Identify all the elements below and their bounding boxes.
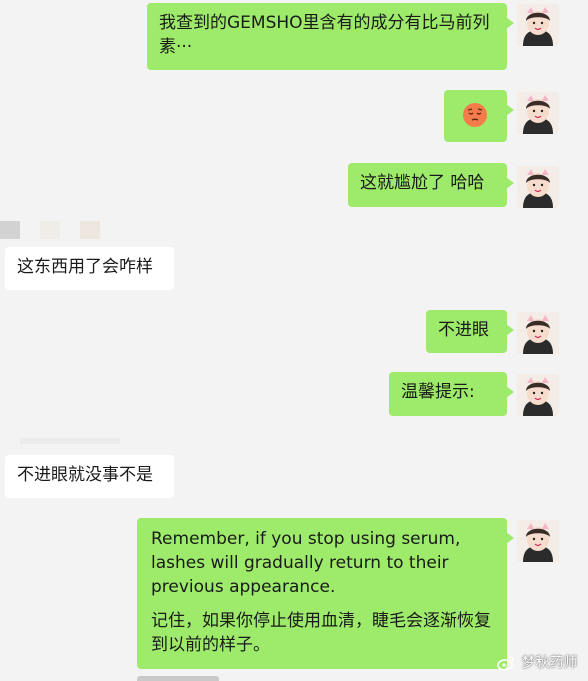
message-bubble-sent[interactable]: 温馨提示: [389, 372, 514, 416]
message-text-chinese: 记住，如果你停止使用血清，睫毛会逐渐恢复到以前的样子。 [151, 611, 491, 655]
avatar-image [517, 520, 559, 562]
message-bubble-sent[interactable]: 这就尴尬了 哈哈 [348, 163, 514, 207]
message-bubble-sent[interactable]: Remember, if you stop using serum, lashe… [137, 518, 514, 669]
redacted-sender-name [80, 221, 100, 239]
avatar[interactable] [517, 374, 559, 416]
next-message-bubble-edge [137, 676, 219, 681]
avatar[interactable] [517, 4, 559, 46]
avatar[interactable] [517, 92, 559, 134]
avatar[interactable] [517, 520, 559, 562]
avatar-image [517, 4, 559, 46]
avatar[interactable] [517, 312, 559, 354]
watermark: 梦秋药师 [497, 652, 577, 672]
message-bubble-sent[interactable]: 我查到的GEMSHO里含有的成分有比马前列素··· [147, 3, 514, 70]
weibo-logo-icon [497, 656, 514, 671]
pensive-face-emoji [463, 103, 487, 127]
message-text: 温馨提示: [401, 382, 475, 402]
message-text-english: Remember, if you stop using serum, lashe… [151, 529, 461, 597]
message-text: 我查到的GEMSHO里含有的成分有比马前列素··· [159, 13, 490, 57]
avatar-image [517, 92, 559, 134]
avatar-image [517, 312, 559, 354]
watermark-text: 梦秋药师 [521, 655, 578, 671]
message-text: 不进眼 [438, 320, 489, 340]
redacted-sender-name [40, 221, 60, 239]
redacted-sender-name [20, 438, 120, 444]
message-bubble-sent[interactable]: 不进眼 [426, 310, 514, 353]
avatar[interactable] [517, 166, 559, 208]
message-bubble-sent[interactable] [444, 90, 514, 142]
message-text: 这东西用了会咋样 [17, 257, 153, 277]
message-text: 这就尴尬了 哈哈 [360, 173, 485, 193]
avatar-image [517, 166, 559, 208]
avatar-image [517, 374, 559, 416]
message-bubble-received[interactable]: 不进眼就没事不是 [5, 455, 174, 498]
message-bubble-received[interactable]: 这东西用了会咋样 [5, 247, 174, 290]
message-text: 不进眼就没事不是 [17, 465, 153, 485]
redacted-sender-name [0, 221, 20, 239]
